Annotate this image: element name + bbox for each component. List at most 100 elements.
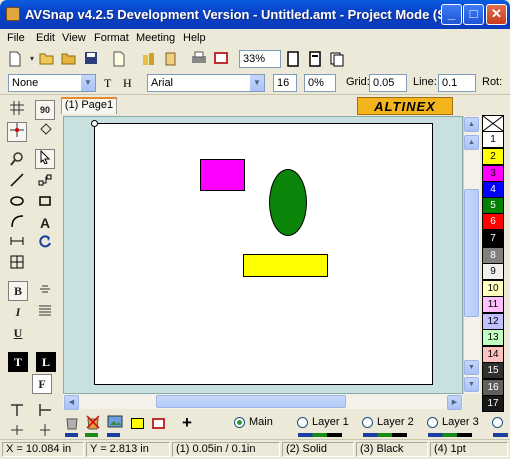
underline-button[interactable]: U bbox=[8, 323, 28, 343]
color-swatch-13[interactable]: 13 bbox=[482, 329, 504, 346]
color-swatch-16[interactable]: 16 bbox=[482, 379, 504, 396]
connector-tool-icon[interactable] bbox=[35, 172, 55, 192]
color-swatch-11[interactable]: 11 bbox=[482, 296, 504, 313]
zoom-magnifier-icon[interactable] bbox=[7, 151, 27, 171]
multi-page-icon[interactable] bbox=[328, 50, 346, 68]
rotate-tool-icon[interactable] bbox=[35, 233, 55, 253]
color-swatch-15[interactable]: 15 bbox=[482, 362, 504, 379]
fit-page-icon[interactable] bbox=[284, 50, 302, 68]
add-layer-icon[interactable]: + bbox=[182, 413, 192, 433]
maximize-button[interactable]: □ bbox=[463, 4, 484, 25]
grid-label: Grid: bbox=[346, 76, 370, 88]
new-file-icon[interactable] bbox=[6, 50, 24, 68]
text-color-button[interactable]: T bbox=[8, 352, 28, 372]
style-select[interactable]: None ▼ bbox=[8, 74, 96, 92]
layer-main-radio[interactable] bbox=[234, 417, 245, 428]
open-project-icon[interactable] bbox=[60, 50, 78, 68]
vertical-scroll-thumb[interactable] bbox=[464, 189, 479, 317]
color-swatch-12[interactable]: 12 bbox=[482, 313, 504, 330]
color-swatch-1[interactable]: 1 bbox=[482, 131, 504, 148]
app-icon[interactable] bbox=[6, 7, 20, 21]
color-swatch-10[interactable]: 10 bbox=[482, 280, 504, 297]
color-swatch-2[interactable]: 2 bbox=[482, 148, 504, 165]
rotate-90-button[interactable]: 90 bbox=[35, 100, 55, 120]
color-swatch-14[interactable]: 14 bbox=[482, 346, 504, 363]
table-tool-icon[interactable] bbox=[7, 254, 27, 274]
scroll-left-icon[interactable]: ◀ bbox=[64, 395, 79, 410]
dimension-tool-icon[interactable] bbox=[7, 233, 27, 253]
recycle-icon[interactable] bbox=[63, 413, 81, 431]
font-select[interactable]: Arial ▼ bbox=[147, 74, 265, 92]
font-size-field[interactable]: 16 bbox=[273, 74, 297, 92]
chevron-down-icon[interactable]: ▼ bbox=[80, 75, 95, 91]
image-icon[interactable] bbox=[106, 413, 124, 431]
import-icon[interactable] bbox=[162, 50, 180, 68]
ellipse-tool-icon[interactable] bbox=[7, 193, 27, 213]
fill-bucket-icon[interactable] bbox=[35, 122, 55, 142]
scroll-down-icon[interactable]: ▼ bbox=[464, 377, 479, 392]
percent-field[interactable]: 0% bbox=[304, 74, 336, 92]
align-left-icon[interactable] bbox=[35, 402, 55, 422]
save-disk-icon[interactable] bbox=[82, 50, 100, 68]
menu-edit[interactable]: Edit bbox=[36, 32, 55, 44]
object-library-icon[interactable] bbox=[140, 50, 158, 68]
chevron-down-icon[interactable]: ▼ bbox=[249, 75, 264, 91]
line-tool-icon[interactable] bbox=[7, 172, 27, 192]
menu-meeting[interactable]: Meeting bbox=[136, 32, 175, 44]
layer-1-label: Layer 1 bbox=[312, 416, 349, 428]
align-top-icon[interactable] bbox=[7, 402, 27, 422]
color-swatch-8[interactable]: 8 bbox=[482, 247, 504, 264]
print-icon[interactable] bbox=[190, 50, 208, 68]
arc-tool-icon[interactable] bbox=[7, 213, 27, 233]
color-swatch-6[interactable]: 6 bbox=[482, 213, 504, 230]
rectangle-tool-icon[interactable] bbox=[35, 193, 55, 213]
zoom-field[interactable]: 33% bbox=[239, 50, 281, 68]
text-style-t[interactable]: T bbox=[104, 76, 111, 91]
bold-button[interactable]: B bbox=[8, 281, 28, 301]
scroll-down-fast-icon[interactable]: ▼ bbox=[464, 360, 479, 375]
grid-icon[interactable] bbox=[7, 100, 27, 120]
fit-width-icon[interactable] bbox=[306, 50, 324, 68]
color-swatch-3[interactable]: 3 bbox=[482, 165, 504, 182]
snap-point-icon[interactable] bbox=[7, 122, 27, 142]
scroll-right-icon[interactable]: ▶ bbox=[447, 395, 462, 410]
scroll-up-fast-icon[interactable]: ▲ bbox=[464, 135, 479, 150]
select-arrow-icon[interactable] bbox=[35, 149, 55, 169]
color-swatch-5[interactable]: 5 bbox=[482, 197, 504, 214]
layer-1-radio[interactable] bbox=[297, 417, 308, 428]
menu-file[interactable]: File bbox=[7, 32, 25, 44]
fill-color-button[interactable]: F bbox=[32, 374, 52, 394]
align-icon[interactable] bbox=[35, 302, 55, 322]
italic-button[interactable]: I bbox=[8, 302, 28, 322]
horizontal-scroll-thumb[interactable] bbox=[156, 395, 346, 408]
color-swatch-7[interactable]: 7 bbox=[482, 230, 504, 247]
line-field[interactable]: 0.1 bbox=[438, 74, 476, 92]
yellow-fill-icon[interactable] bbox=[131, 418, 144, 429]
color-swatch-9[interactable]: 9 bbox=[482, 263, 504, 280]
layer-4-radio[interactable] bbox=[492, 417, 503, 428]
menu-format[interactable]: Format bbox=[94, 32, 129, 44]
close-button[interactable]: ✕ bbox=[486, 4, 507, 25]
green-ellipse[interactable] bbox=[269, 169, 307, 236]
menu-view[interactable]: View bbox=[62, 32, 86, 44]
new-page-icon[interactable] bbox=[110, 50, 128, 68]
color-swatch-4[interactable]: 4 bbox=[482, 181, 504, 198]
scroll-up-icon[interactable]: ▲ bbox=[464, 117, 479, 132]
tab-page1[interactable]: (1) Page1 bbox=[61, 97, 117, 114]
delete-layer-icon[interactable] bbox=[84, 413, 102, 431]
strikethrough-icon[interactable] bbox=[35, 281, 55, 301]
grid-field[interactable]: 0.05 bbox=[369, 74, 407, 92]
text-tool-icon[interactable]: A bbox=[35, 213, 55, 233]
layer-3-radio[interactable] bbox=[427, 417, 438, 428]
yellow-rectangle[interactable] bbox=[243, 254, 328, 277]
layer-2-radio[interactable] bbox=[362, 417, 373, 428]
red-outline-icon[interactable] bbox=[152, 418, 165, 429]
text-style-h[interactable]: H bbox=[123, 76, 132, 91]
page-setup-icon[interactable] bbox=[212, 50, 230, 68]
menu-help[interactable]: Help bbox=[183, 32, 206, 44]
line-color-button[interactable]: L bbox=[36, 352, 56, 372]
no-color-swatch[interactable] bbox=[482, 115, 504, 132]
minimize-button[interactable]: _ bbox=[441, 4, 462, 25]
magenta-rectangle[interactable] bbox=[200, 159, 245, 191]
open-folder-icon[interactable] bbox=[38, 50, 56, 68]
